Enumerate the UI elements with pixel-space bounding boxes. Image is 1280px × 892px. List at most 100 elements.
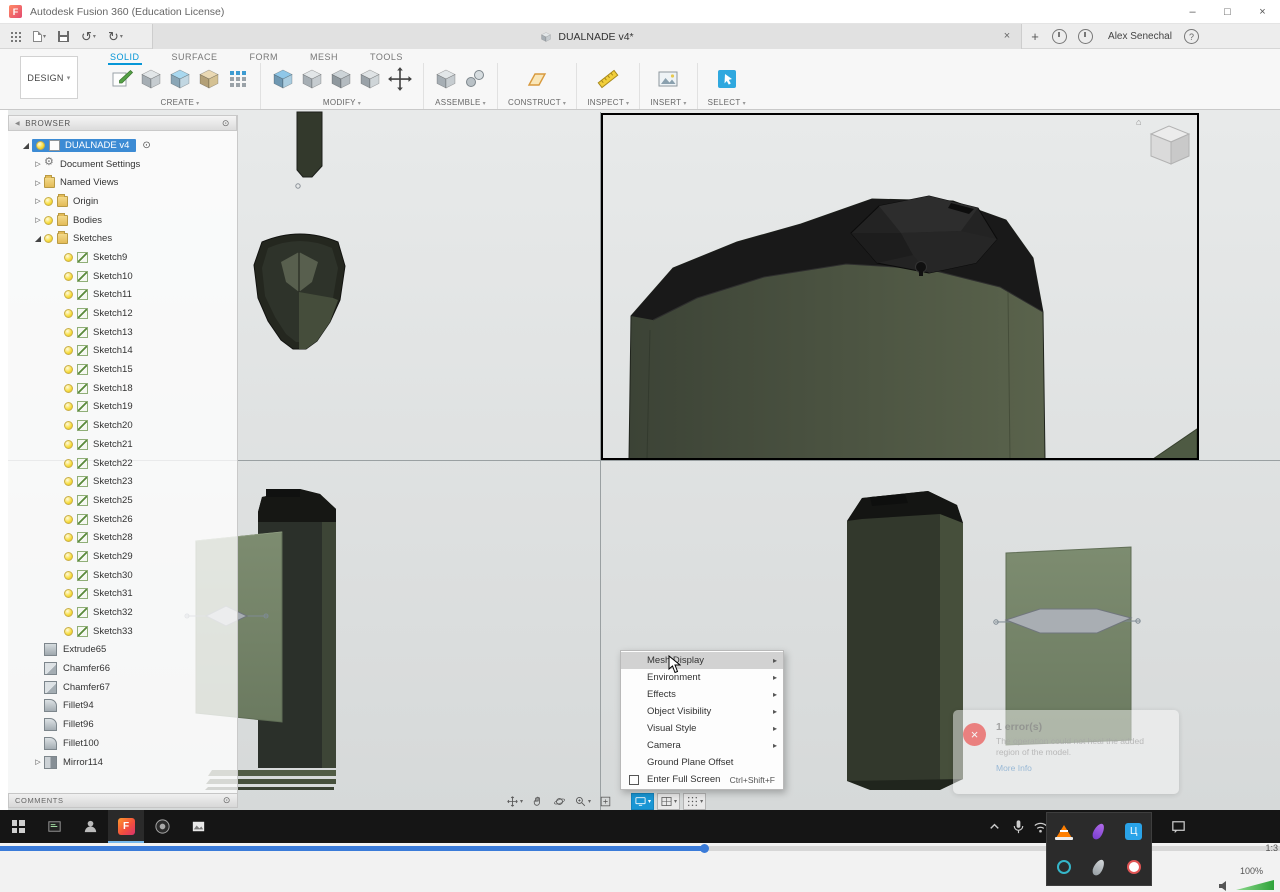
visibility-bulb-icon[interactable] [44,234,53,244]
viewports-button[interactable]: ▾ [657,793,681,810]
zoom-button[interactable]: ▾ [572,793,593,810]
sweep-icon[interactable] [197,67,221,91]
new-component-icon[interactable] [434,67,458,91]
visibility-bulb-icon[interactable] [64,252,73,262]
visibility-bulb-icon[interactable] [64,626,73,636]
expand-arrow-icon[interactable] [20,141,32,150]
feature-row[interactable]: Fillet94 [8,697,237,716]
taskbar-fusion-active[interactable]: F [108,810,144,843]
speaker-icon[interactable] [1218,879,1230,892]
visibility-bulb-icon[interactable] [64,402,73,412]
view-cube[interactable]: ⌂ [1136,115,1200,175]
construction-plane-icon[interactable] [525,67,549,91]
error-toast[interactable]: × 1 error(s) The operation could not hea… [953,710,1179,794]
close-button[interactable]: × [1245,0,1280,23]
error-more-info-link[interactable]: More Info [996,763,1168,773]
taskbar-recorder[interactable] [144,810,180,843]
expand-arrow-icon[interactable] [32,179,44,187]
taskbar-people[interactable] [72,810,108,843]
browser-header[interactable]: ◀ BROWSER ⊙ [8,115,237,131]
purple-feather-app-icon[interactable] [1091,821,1107,841]
minimize-button[interactable]: – [1175,0,1210,23]
split-icon[interactable] [358,67,382,91]
tree-root-row[interactable]: DUALNADE v4 ⊙ [8,136,237,155]
tree-item[interactable]: Bodies [8,211,237,230]
app-grid-icon[interactable] [4,24,27,49]
group-label-modify[interactable]: MODIFY [323,98,361,107]
move-copy-icon[interactable] [387,66,413,92]
user-account-button[interactable]: Alex Senechal [1098,31,1182,42]
new-tab-button[interactable]: + [1026,27,1044,45]
sketch-row[interactable]: Sketch23 [8,472,237,491]
taskbar-app-window[interactable] [36,810,72,843]
sketch-row[interactable]: Sketch14 [8,342,237,361]
display-settings-button[interactable]: ▾ [631,793,655,810]
select-tool-icon[interactable] [715,67,739,91]
visibility-bulb-icon[interactable] [64,309,73,319]
sketch-row[interactable]: Sketch9 [8,248,237,267]
sketch-row[interactable]: Sketch28 [8,528,237,547]
sketch-row[interactable]: Sketch32 [8,603,237,622]
file-menu-button[interactable]: ▾ [27,24,52,49]
revolve-icon[interactable] [168,67,192,91]
sketch-row[interactable]: Sketch13 [8,323,237,342]
hand-pan-button[interactable] [528,793,547,810]
undo-button[interactable]: ↺ ▾ [75,24,102,49]
visibility-bulb-icon[interactable] [64,271,73,281]
visibility-bulb-icon[interactable] [64,327,73,337]
sketch-row[interactable]: Sketch31 [8,585,237,604]
visibility-bulb-icon[interactable] [64,477,73,487]
taskbar-photos[interactable] [180,810,216,843]
feature-row[interactable]: Mirror114 [8,753,237,772]
sketch-row[interactable]: Sketch10 [8,267,237,286]
visibility-bulb-icon[interactable] [64,589,73,599]
redo-button[interactable]: ↻ ▾ [102,24,129,49]
visibility-bulb-icon[interactable] [64,439,73,449]
feature-row[interactable]: Fillet96 [8,715,237,734]
expand-arrow-icon[interactable] [32,160,44,168]
workspace-selector[interactable]: DESIGN [20,56,78,99]
save-button[interactable] [52,24,75,49]
visibility-bulb-icon[interactable] [44,215,53,225]
expand-arrow-icon[interactable] [32,234,44,243]
red-ring-app-icon[interactable] [1126,860,1141,874]
visibility-bulb-icon[interactable] [64,514,73,524]
visibility-bulb-icon[interactable] [44,196,53,206]
visibility-bulb-icon[interactable] [64,495,73,505]
tree-item[interactable]: Document Settings [8,155,237,174]
blue-app-icon[interactable] [1125,822,1143,840]
visibility-bulb-icon[interactable] [64,290,73,300]
panel-options-icon[interactable]: ⊙ [222,118,230,129]
orbit-button[interactable] [550,793,569,810]
sketch-row[interactable]: Sketch11 [8,286,237,305]
press-pull-icon[interactable] [271,67,295,91]
context-menu-item[interactable]: Object Visibility ▸ [621,703,783,720]
group-label-create[interactable]: CREATE [161,98,200,107]
context-menu-item[interactable]: Ground Plane Offset ▸ [621,754,783,771]
create-sketch-icon[interactable] [110,67,134,91]
teal-ring-app-icon[interactable] [1057,860,1072,874]
feature-row[interactable]: Chamfer66 [8,659,237,678]
start-button[interactable] [0,810,36,843]
sketch-row[interactable]: Sketch25 [8,491,237,510]
visibility-bulb-icon[interactable] [64,383,73,393]
sketch-row[interactable]: Sketch12 [8,304,237,323]
visibility-bulb-icon[interactable] [64,570,73,580]
pan-button[interactable]: ▾ [504,793,525,810]
home-view-icon[interactable]: ⌂ [1136,117,1141,127]
fillet-icon[interactable] [300,67,324,91]
tree-item[interactable]: Named Views [8,173,237,192]
close-tab-icon[interactable]: × [999,28,1015,44]
sketch-row[interactable]: Sketch19 [8,398,237,417]
feature-row[interactable]: Fillet100 [8,734,237,753]
tree-item[interactable]: Origin [8,192,237,211]
context-menu-item[interactable]: Visual Style ▸ [621,720,783,737]
visibility-bulb-icon[interactable] [36,140,45,150]
action-center-icon[interactable] [1160,810,1196,843]
sketch-row[interactable]: Sketch15 [8,360,237,379]
seek-bar-knob[interactable] [700,844,709,853]
expand-arrow-icon[interactable] [32,216,44,224]
group-label-insert[interactable]: INSERT [650,98,686,107]
sketch-row[interactable]: Sketch18 [8,379,237,398]
maximize-button[interactable]: □ [1210,0,1245,23]
